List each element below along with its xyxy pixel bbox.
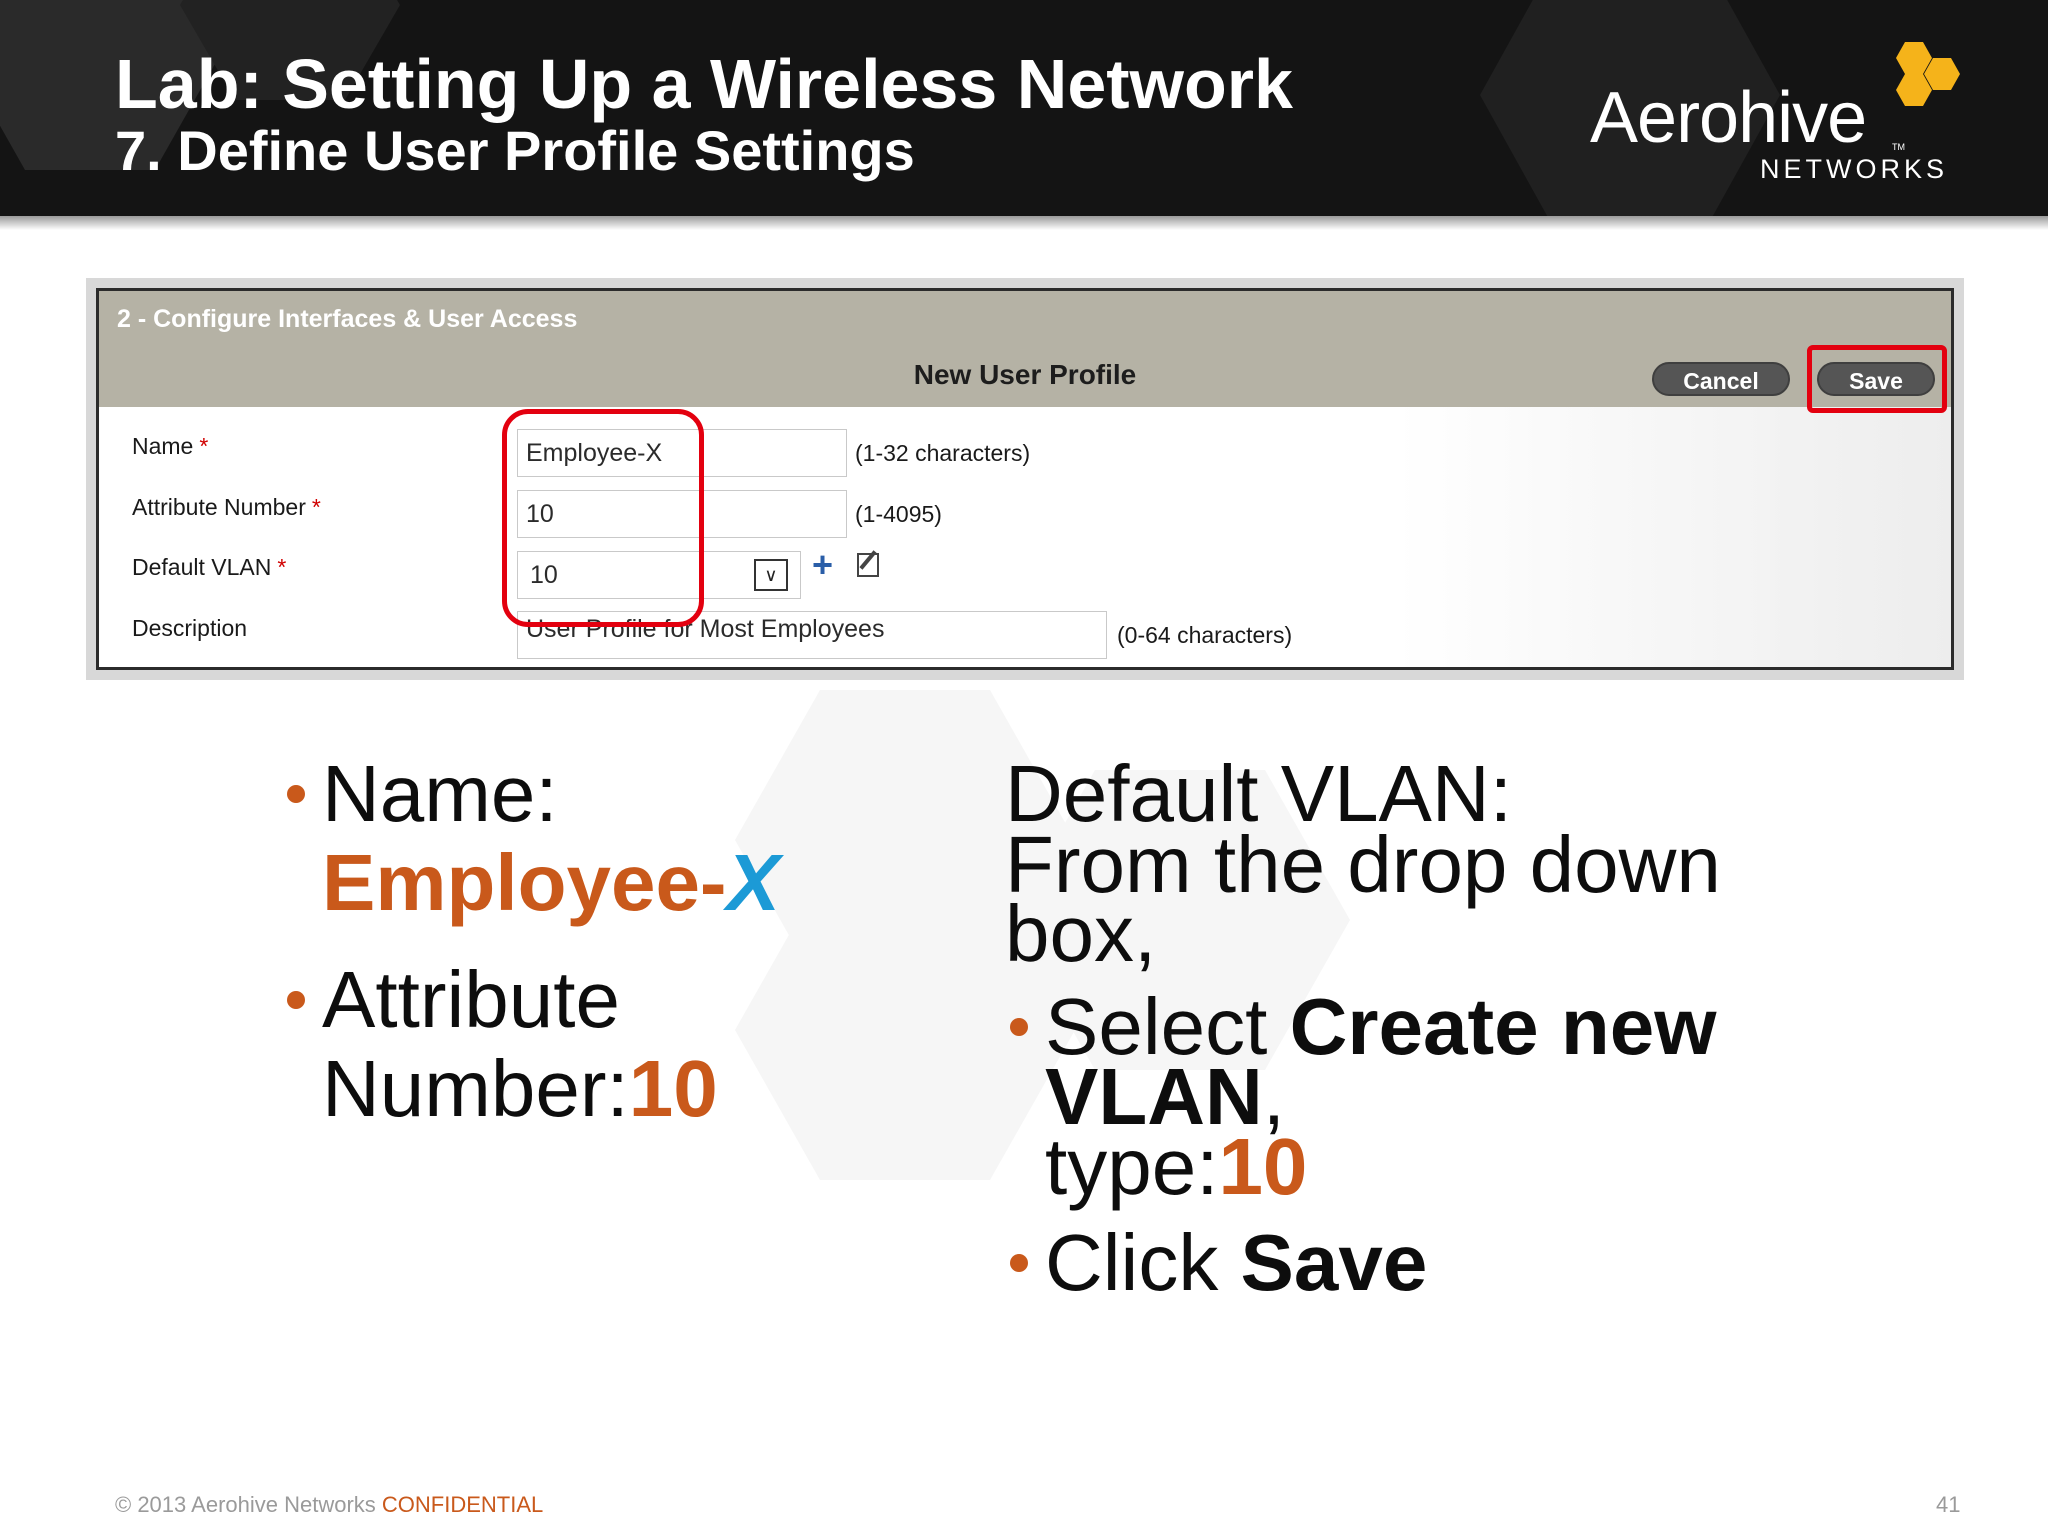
slide-title: Lab: Setting Up a Wireless Network [115,45,1293,123]
description-label: Description [132,615,248,641]
attribute-value: 10 [628,1044,718,1133]
copyright-text: © 2013 Aerohive Networks [115,1492,382,1517]
type-label: type: [1045,1122,1219,1211]
aerohive-logo: Aerohive TM NETWORKS [1590,38,1970,188]
footer-copyright: © 2013 Aerohive Networks CONFIDENTIAL [115,1492,543,1518]
bullet-dot [287,785,305,803]
name-value-main: Employee- [322,838,727,927]
bullet-dot [287,991,305,1009]
attribute-number-label: Attribute Number * [132,494,321,521]
name-value-x: X [726,838,780,927]
logo-wordmark: Aerohive [1590,78,1867,158]
bullet-name-value: Employee-X [322,843,780,923]
logo-trademark: TM [1892,142,1905,152]
create-new-text: Create new [1289,982,1717,1071]
header-shadow [0,216,2048,230]
name-label: Name * [132,433,208,460]
confidential-label: CONFIDENTIAL [381,1492,544,1517]
user-profile-form-screenshot: 2 - Configure Interfaces & User Access N… [96,288,1954,670]
description-hint: (0-64 characters) [1117,622,1293,648]
default-vlan-label-text: Default VLAN [132,554,272,580]
bullet-name-label: Name: [322,749,558,838]
logo-hex-icon [1924,58,1960,90]
save-word: Save [1240,1218,1428,1307]
section-title: 2 - Configure Interfaces & User Access [117,305,578,333]
bullet-select-line3: type:10 [1045,1127,1307,1207]
fields-highlight [502,409,704,627]
required-marker: * [311,494,321,520]
type-value: 10 [1218,1122,1308,1211]
bullet-dot [1010,1018,1028,1036]
cancel-button[interactable]: Cancel [1652,362,1790,396]
attribute-label: Number: [322,1044,629,1133]
edit-vlan-icon[interactable] [857,553,879,577]
vlan-heading-line3: box, [1005,889,1157,978]
bullet-dot [1010,1254,1028,1272]
required-marker: * [277,554,287,580]
save-button-highlight [1807,345,1947,413]
bullet-attribute-line2: Number:10 [322,1049,718,1129]
logo-hex-icon [1896,74,1932,106]
logo-subtext: NETWORKS [1760,154,1949,184]
page-number: 41 [1936,1492,1961,1517]
add-vlan-icon[interactable]: + [812,547,833,583]
logo-hex-icon [1896,42,1932,74]
required-marker: * [199,433,209,459]
name-label-text: Name [132,433,194,459]
slide-header: Lab: Setting Up a Wireless Network 7. De… [0,0,2048,216]
attribute-number-hint: (1-4095) [855,501,942,527]
default-vlan-label: Default VLAN * [132,554,286,581]
bullet-attribute-line1: Attribute [322,955,620,1044]
slide-subtitle: 7. Define User Profile Settings [115,119,915,182]
chevron-down-icon[interactable]: ∨ [754,559,788,591]
click-word: Click [1045,1218,1241,1307]
attribute-number-label-text: Attribute Number [132,494,306,520]
name-hint: (1-32 characters) [855,440,1031,466]
bullet-click-save: Click Save [1045,1223,1427,1303]
